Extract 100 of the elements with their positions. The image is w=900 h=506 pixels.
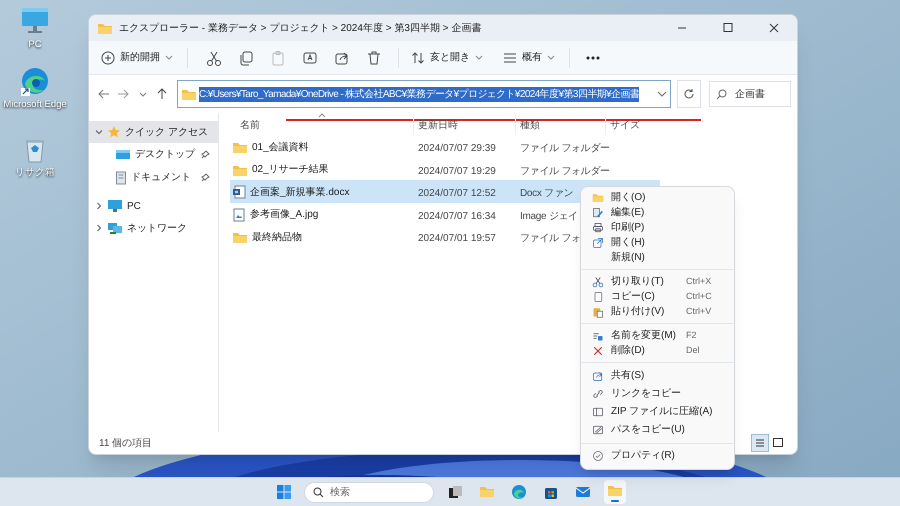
file-name[interactable]: 参考画像_A.jpg [250,207,318,222]
file-name[interactable]: 01_会議資料 [252,140,309,154]
plus-circle-icon [101,50,115,64]
search-field[interactable]: 企画書 [709,81,791,107]
maximize-icon[interactable] [721,21,735,35]
menu-item[interactable]: 共有(S) [583,367,732,385]
nav-item[interactable]: PC [89,195,218,217]
monitor-icon [115,148,131,160]
folder-icon [97,21,113,35]
menu-item[interactable]: プロパティ(R) [583,448,732,463]
menu-item[interactable]: 編集(E) [583,205,732,220]
type-cell: ファイル フォルダー [520,143,610,154]
task-view-icon [447,484,463,500]
start-icon[interactable] [276,484,292,500]
date-cell: 2024/07/07 19:29 [418,166,496,176]
browser-icon [19,66,51,96]
shortcut-text: Ctrl+C [686,292,713,301]
menu-item[interactable]: 貼り付け(V) Ctrl+V [583,304,732,319]
path-icon [592,424,604,436]
menu-item[interactable]: 切り取り(T) Ctrl+X [583,274,732,289]
cut-icon[interactable] [206,50,222,66]
chevron-right-icon [95,202,103,210]
chevron-right-icon [95,224,103,232]
printer-icon [592,222,604,234]
column-header[interactable]: サイズ [605,115,660,135]
file-name[interactable]: 最終納品物 [252,230,302,244]
copy-icon[interactable] [238,50,254,66]
share-icon[interactable] [334,50,350,66]
type-cell: ファイル フォ [520,233,581,244]
new-button[interactable]: 新的開拥 [97,44,177,70]
menu-item[interactable]: 開く(H) [583,235,732,250]
shortcut-text: Ctrl+V [686,307,712,316]
browser-icon [511,484,527,500]
trash-icon[interactable] [366,50,382,66]
file-row[interactable]: 02_リサーチ結果 2024/07/07 19:29 ファイル フォルダー [230,158,660,180]
item-count: 11 個の項目 [99,436,152,450]
rename-icon[interactable] [302,50,318,66]
lines-icon [503,52,517,64]
date-cell: 2024/07/07 29:39 [418,143,496,154]
address-bar[interactable]: C:¥Users¥Taro_Yamada¥OneDrive - 株式会社ABC¥業務データ¥プロジェクト¥2024年度¥第3四半期¥企画書 [177,80,671,108]
search-icon [313,486,324,498]
menu-item[interactable]: 印刷(P) [583,220,732,235]
folder-icon [479,484,495,500]
column-header[interactable]: 名前 [230,115,413,135]
date-cell: 2024/07/07 16:34 [418,210,496,222]
refresh-icon [683,88,695,100]
monitor-icon [107,199,123,213]
copy-icon [592,290,604,302]
column-header[interactable]: 更新日時 [413,115,515,135]
chevron-down-icon [95,128,103,136]
checkmark-circle-icon [592,450,604,462]
refresh-button[interactable] [677,80,701,108]
menu-item[interactable]: パスをコピー(U) [583,421,732,439]
shortcut-text: Ctrl+X [686,277,712,286]
menu-item[interactable]: リンクをコピー [583,385,732,403]
more-icon[interactable] [586,56,600,60]
zip-folder-icon [592,406,604,418]
back-icon[interactable] [96,87,111,101]
star-icon [107,125,121,139]
pencil-icon [592,206,604,218]
close-icon[interactable] [767,21,781,35]
folder-icon [592,192,604,204]
delete-x-icon [592,344,604,356]
dropdown-caret-icon [657,91,667,97]
document-icon [232,185,246,199]
sort-button[interactable]: 亥と開き [407,44,487,70]
sort-caret-icon [318,113,326,118]
menu-item[interactable]: 新規(N) [583,250,732,265]
network-icon [107,221,123,235]
file-row[interactable]: 01_会議資料 2024/07/07 29:39 ファイル フォルダー [230,135,660,158]
date-cell: 2024/07/07 12:52 [418,188,496,199]
caret-icon [165,54,173,60]
paste-icon [592,306,604,318]
forward-icon[interactable] [116,87,130,101]
taskbar-search[interactable]: 検索 [304,482,434,502]
menu-item[interactable]: 名前を変更(M) F2 [583,328,732,343]
details-view-button[interactable] [751,434,769,452]
file-name[interactable]: 02_リサーチ結果 [252,162,329,177]
nav-item[interactable]: デスクトップ [89,143,218,166]
menu-item[interactable]: ZIP ファイルに圧縮(A) [583,403,732,421]
menu-item[interactable]: 削除(D) Del [583,343,732,358]
tiles-view-icon [771,436,785,450]
nav-item[interactable]: クイック アクセス [89,121,218,143]
shortcut-text: F2 [686,331,698,340]
type-cell: Image ジェイ [520,210,578,222]
share-icon [592,370,604,382]
menu-item[interactable]: コピー(C) Ctrl+C [583,289,732,304]
folder-icon [232,140,248,154]
file-name[interactable]: 企画案_新規事業.docx [250,184,350,200]
view-button[interactable]: 概有 [499,44,559,70]
link-icon [592,388,604,400]
nav-item[interactable]: ドキュメント [89,166,218,189]
column-header[interactable]: 種類 [515,115,605,135]
search-icon [716,88,727,100]
document-icon [115,170,127,184]
nav-item[interactable]: ネットワーク [89,217,218,239]
mail-icon [575,484,591,500]
folder-icon [181,87,197,101]
folder-icon [232,230,248,244]
cut-icon [592,276,604,288]
